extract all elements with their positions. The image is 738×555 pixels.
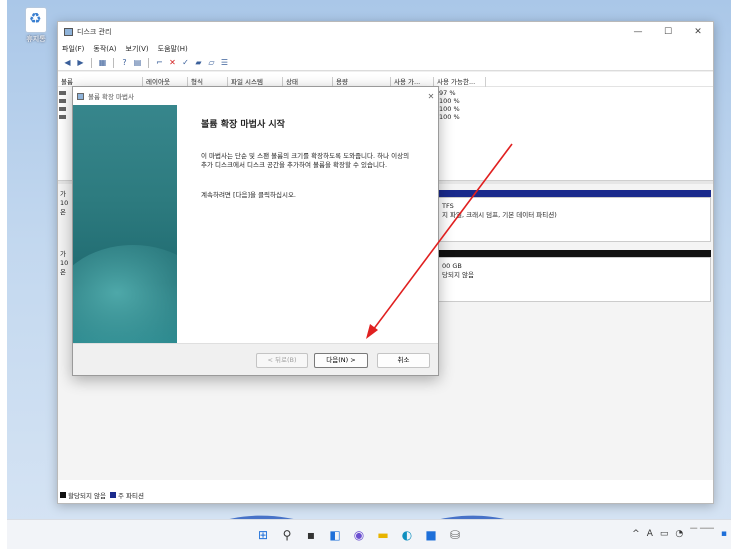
volume-icon: [59, 115, 66, 119]
wizard-heading: 볼륨 확장 마법사 시작: [201, 120, 285, 130]
minimize-button[interactable]: —: [623, 27, 653, 37]
wizard-icon: [77, 92, 84, 100]
volume-row-icons: [59, 89, 66, 123]
menu-action[interactable]: 동작(A): [93, 44, 116, 54]
close-button[interactable]: ✕: [683, 27, 713, 37]
recycle-bin-icon: [26, 8, 46, 32]
widgets-icon[interactable]: ◧: [327, 527, 343, 543]
taskbar: ⊞ ⚲ ▪ ◧ ◉ ▬ ◐ ■ ⛁ ^ A ▭ ◔ ▔ ▔▔ ▪: [7, 519, 731, 549]
back-arrow-icon[interactable]: ◀: [62, 58, 73, 68]
legend-swatch: [60, 492, 66, 498]
legend-label: 할당되지 않음: [68, 492, 106, 500]
task-view-icon[interactable]: ▪: [303, 527, 319, 543]
recycle-bin[interactable]: 휴지통: [19, 8, 53, 44]
search-icon[interactable]: ⚲: [279, 527, 295, 543]
input-language-indicator[interactable]: A: [647, 529, 653, 539]
menu-file[interactable]: 파일(F): [62, 44, 84, 54]
disk-label-line: 온: [60, 208, 66, 216]
toolbar-divider: [91, 58, 92, 68]
window-titlebar[interactable]: 디스크 관리 — ☐ ✕: [58, 22, 713, 42]
legend-swatch: [109, 492, 116, 498]
toolbar: ◀ ▶ ▦ ? ▤ ⌐ ✕ ✓ ▰ ▱ ☰: [58, 56, 713, 71]
chat-icon[interactable]: ◉: [351, 527, 367, 543]
legend: 할당되지 않음 주 파티션: [60, 490, 148, 500]
menu-help[interactable]: 도움말(H): [158, 44, 188, 54]
wizard-footer: < 뒤로(B) 다음(N) > 취소: [73, 343, 438, 375]
disk-label-line: 가: [60, 190, 66, 198]
disk-label: 가 10 온: [60, 190, 72, 217]
menu-bar: 파일(F) 동작(A) 보기(V) 도움말(H): [58, 42, 713, 56]
chevron-up-icon[interactable]: ^: [632, 529, 640, 539]
menu-view[interactable]: 보기(V): [126, 44, 149, 54]
disk-label-line: 10: [60, 259, 69, 267]
window-title: 디스크 관리: [77, 28, 112, 36]
store-icon[interactable]: ■: [423, 527, 439, 543]
dialog-close-button[interactable]: ✕: [424, 92, 438, 101]
notification-icon[interactable]: ▪: [721, 529, 727, 539]
volume-icon: [59, 91, 66, 95]
open-folder-icon[interactable]: ▰: [193, 58, 204, 68]
volume-icon: [59, 107, 66, 111]
checkmark-icon[interactable]: ✓: [180, 58, 191, 68]
banner-wave: [73, 245, 177, 343]
disk-label-line: 가: [60, 250, 66, 258]
volume-percent: 100 %: [439, 113, 460, 121]
legend-label: 주 파티션: [117, 492, 144, 500]
explore-icon[interactable]: ▱: [206, 58, 217, 68]
display-icon[interactable]: ▭: [660, 529, 669, 539]
volume-percent: 100 %: [439, 105, 460, 113]
edge-browser-icon[interactable]: ◐: [399, 527, 415, 543]
file-explorer-icon[interactable]: ▬: [375, 527, 391, 543]
view-list-icon[interactable]: ☰: [219, 58, 230, 68]
delete-icon[interactable]: ✕: [167, 58, 178, 68]
disk-management-taskbar-icon[interactable]: ⛁: [447, 527, 463, 543]
forward-arrow-icon[interactable]: ▶: [75, 58, 86, 68]
column-percent-free[interactable]: 사용 가능한...: [434, 77, 486, 87]
wizard-side-banner: [73, 105, 177, 343]
network-icon[interactable]: ◔: [675, 529, 683, 539]
app-icon: [64, 28, 73, 36]
toolbar-divider: [148, 58, 149, 68]
disk-label-line: 10: [60, 199, 69, 207]
connect-icon[interactable]: ⌐: [154, 58, 165, 68]
dialog-titlebar[interactable]: 볼륨 확장 마법사 ✕: [73, 87, 438, 105]
properties-icon[interactable]: ▤: [132, 58, 143, 68]
help-icon[interactable]: ?: [119, 58, 130, 68]
start-button-icon[interactable]: ⊞: [255, 527, 271, 543]
console-tree-icon[interactable]: ▦: [97, 58, 108, 68]
recycle-bin-label: 휴지통: [26, 35, 46, 43]
cancel-button[interactable]: 취소: [377, 353, 430, 368]
back-button[interactable]: < 뒤로(B): [256, 353, 308, 368]
volume-percent: 100 %: [439, 97, 460, 105]
clock-area[interactable]: ▔ ▔▔: [690, 529, 714, 539]
toolbar-divider: [113, 58, 114, 68]
legend-item: 주 파티션: [109, 490, 144, 500]
legend-item: 할당되지 않음: [60, 490, 106, 500]
percent-free-values: 97 % 100 % 100 % 100 %: [439, 89, 460, 121]
volume-icon: [59, 99, 66, 103]
dialog-title: 볼륨 확장 마법사: [88, 93, 134, 101]
annotation-arrow: [366, 143, 513, 339]
volume-percent: 97 %: [439, 89, 456, 97]
next-button[interactable]: 다음(N) >: [314, 353, 368, 368]
maximize-button[interactable]: ☐: [653, 27, 683, 37]
taskbar-apps: ⊞ ⚲ ▪ ◧ ◉ ▬ ◐ ■ ⛁: [255, 527, 463, 543]
system-tray: ^ A ▭ ◔ ▔ ▔▔ ▪: [632, 529, 727, 539]
disk-label: 가 10 온: [60, 250, 72, 277]
disk-label-line: 온: [60, 268, 66, 276]
